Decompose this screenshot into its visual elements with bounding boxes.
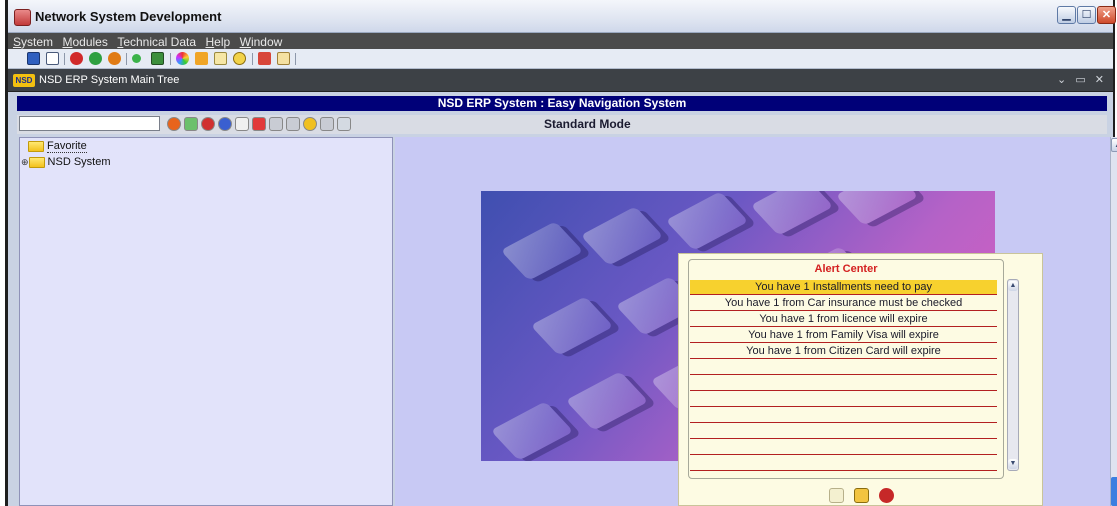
menu-system[interactable]: System <box>13 34 53 50</box>
window-icon[interactable] <box>269 117 283 131</box>
nav-toolbar: Standard Mode <box>17 115 1107 134</box>
tools-icon[interactable] <box>195 52 208 65</box>
alert-scrollbar[interactable]: ▲ ▼ <box>1007 279 1019 471</box>
report-icon[interactable] <box>151 52 164 65</box>
alert-row[interactable]: You have 1 from licence will expire <box>690 312 997 327</box>
alert-row[interactable] <box>690 408 997 423</box>
close-icon[interactable] <box>879 488 894 503</box>
form-icon[interactable] <box>252 117 266 131</box>
scroll-up-icon[interactable]: ▲ <box>1008 281 1018 291</box>
info-icon[interactable] <box>303 117 317 131</box>
pencil-icon[interactable] <box>235 117 249 131</box>
tree-window-bar: NSD NSD ERP System Main Tree ⌄ ▭ ✕ <box>8 69 1113 92</box>
tree-node-favorite[interactable]: Favorite <box>28 140 87 153</box>
alert-row[interactable] <box>690 424 997 439</box>
alert-list: Alert Center You have 1 Installments nee… <box>688 259 1004 479</box>
cancel-icon[interactable] <box>108 52 121 65</box>
delete-icon[interactable] <box>70 52 83 65</box>
navigation-header: NSD ERP System : Easy Navigation System <box>17 96 1107 111</box>
preview-icon[interactable] <box>277 52 290 65</box>
close-button[interactable]: ✕ <box>1097 6 1116 24</box>
expand-icon[interactable]: ⊕ <box>21 157 29 167</box>
nsd-logo: NSD <box>13 74 35 87</box>
alert-row[interactable] <box>690 440 997 455</box>
filter-icon[interactable] <box>854 488 869 503</box>
menu-technical-data[interactable]: Technical Data <box>117 34 196 50</box>
tree-window-title: NSD ERP System Main Tree <box>39 74 180 86</box>
tree-node-nsd-system[interactable]: ⊕ NSD System <box>21 156 111 168</box>
new-icon[interactable] <box>46 52 59 65</box>
alert-row[interactable] <box>690 392 997 407</box>
alert-row[interactable] <box>690 360 997 375</box>
menu-help[interactable]: Help <box>205 34 230 50</box>
alert-center-title: Alert Center <box>814 263 878 275</box>
alert-row[interactable] <box>690 456 997 471</box>
alert-row[interactable]: You have 1 from Family Visa will expire <box>690 328 997 343</box>
save-icon[interactable] <box>27 52 40 65</box>
tree-pane: Favorite ⊕ NSD System <box>19 137 393 506</box>
check-icon[interactable] <box>167 117 181 131</box>
folder-icon <box>28 156 45 168</box>
alert-row[interactable]: You have 1 Installments need to pay <box>690 280 997 295</box>
record-icon[interactable] <box>132 54 141 63</box>
color-icon[interactable] <box>176 52 189 65</box>
panel-icon[interactable] <box>286 117 300 131</box>
title-bar[interactable]: Network System Development ▁ ☐ ✕ <box>8 0 1116 33</box>
wand-icon[interactable] <box>829 488 844 503</box>
wand-icon[interactable] <box>218 117 232 131</box>
alert-row[interactable] <box>690 376 997 391</box>
alert-row[interactable]: You have 1 from Citizen Card will expire <box>690 344 997 359</box>
search-input[interactable] <box>19 116 160 131</box>
alert-center-panel: Alert Center You have 1 Installments nee… <box>678 253 1043 506</box>
scroll-down-icon[interactable]: ▼ <box>1008 459 1018 469</box>
maximize-button[interactable]: ☐ <box>1077 6 1096 24</box>
edit-icon[interactable] <box>258 52 271 65</box>
list-icon[interactable] <box>214 52 227 65</box>
alert-row[interactable]: You have 1 from Car insurance must be ch… <box>690 296 997 311</box>
tree-window-controls[interactable]: ⌄ ▭ ✕ <box>1057 73 1107 86</box>
app-icon <box>14 9 31 26</box>
menu-window[interactable]: Window <box>240 34 283 50</box>
app-window: Network System Development ▁ ☐ ✕ System … <box>5 0 1117 506</box>
main-toolbar <box>8 49 1113 69</box>
mode-label: Standard Mode <box>544 117 631 131</box>
globe-icon[interactable] <box>201 117 215 131</box>
grid-icon[interactable] <box>184 117 198 131</box>
window-title: Network System Development <box>35 9 222 24</box>
menu-bar: System Modules Technical Data Help Windo… <box>8 33 1113 49</box>
minimize-button[interactable]: ▁ <box>1057 6 1076 24</box>
scroll-thumb[interactable] <box>1111 477 1117 506</box>
menu-modules[interactable]: Modules <box>62 34 107 50</box>
refresh-icon[interactable] <box>320 117 334 131</box>
folder-icon <box>28 140 44 152</box>
confirm-icon[interactable] <box>89 52 102 65</box>
main-scrollbar[interactable]: ▲ <box>1110 137 1117 506</box>
help-icon[interactable] <box>233 52 246 65</box>
options-icon[interactable] <box>337 117 351 131</box>
scroll-up-icon[interactable]: ▲ <box>1111 138 1117 152</box>
